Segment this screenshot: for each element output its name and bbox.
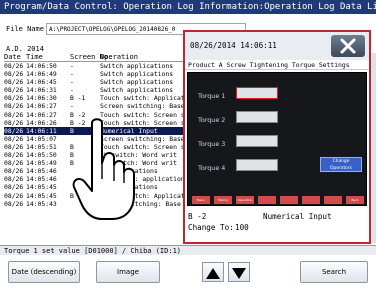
cell-date: 08/26: [4, 151, 24, 160]
window-title: Program/Data Control: Operation Log Info…: [0, 0, 376, 14]
cell-operation: Touch switch: Applicatio: [100, 94, 193, 103]
fkey-blank-4: [324, 196, 342, 204]
status-bar: Torque 1 set value [D01000] / Chiba (ID:…: [0, 245, 376, 255]
fkey-back: Back: [346, 196, 364, 204]
popup-operation: Numerical Input: [263, 212, 332, 221]
torque-2-label: Torque 2: [198, 116, 226, 124]
close-icon: [340, 38, 356, 54]
scroll-down-button[interactable]: [228, 262, 250, 282]
cell-time: 14:05:43: [26, 199, 57, 208]
cell-time: 14:05:45: [26, 183, 57, 192]
fkey-history: History: [214, 196, 232, 204]
torque-3-field: [236, 135, 278, 147]
fkey-blank-1: [258, 196, 276, 204]
cell-date: 08/26: [4, 62, 24, 70]
cell-time: 14:05:46: [26, 167, 57, 176]
cell-date: 08/26: [4, 134, 24, 143]
fkey-blank-2: [280, 196, 298, 204]
cell-date: 08/26: [4, 191, 24, 200]
popup-datetime: 08/26/2014 14:06:11: [190, 41, 277, 50]
cell-screen-no: -: [70, 78, 74, 87]
cell-time: 14:05:07: [26, 134, 57, 143]
cell-time: 14:05:45: [26, 191, 57, 200]
cell-date: 08/26: [4, 142, 24, 151]
fkey-blank-3: [302, 196, 320, 204]
torque-1-field: [236, 87, 278, 99]
cell-time: 14:06:26: [26, 118, 57, 127]
down-arrow-icon: [232, 268, 246, 279]
torque-1-label: Torque 1: [198, 92, 226, 100]
change-to-label: Change To:: [188, 223, 234, 232]
change-to-value: 100: [235, 223, 249, 232]
cell-screen-no: -: [70, 70, 74, 79]
popup-header: 08/26/2014 14:06:11: [185, 32, 369, 60]
cell-date: 08/26: [4, 118, 24, 127]
cell-time: 14:06:45: [26, 78, 57, 87]
cell-operation: Switch applications: [100, 62, 174, 70]
date-sort-button[interactable]: Date (descending): [8, 261, 80, 283]
screen-capture: Torque 1 Torque 2 Torque 3 Torque 4 Chan…: [187, 72, 367, 210]
cell-time: 14:05:46: [26, 175, 57, 184]
cell-date: 08/26: [4, 110, 24, 119]
file-name-label: File Name: [6, 25, 44, 33]
cell-date: 08/26: [4, 126, 24, 135]
image-button[interactable]: Image: [96, 261, 160, 283]
cell-screen-no: -: [70, 86, 74, 95]
popup-screen-label: B -2: [188, 212, 207, 221]
cell-operation: Switch applications: [100, 70, 174, 79]
cell-time: 14:05:51: [26, 142, 57, 151]
popup-operation-info: B -2 Numerical Input Change To: 100: [185, 208, 369, 242]
torque-2-field: [236, 111, 278, 123]
cell-date: 08/26: [4, 175, 24, 184]
year-header: A.D. 2014: [6, 45, 44, 53]
operation-detail-popup: 08/26/2014 14:06:11 Product A Screw Tigh…: [183, 30, 371, 244]
cell-date: 08/26: [4, 167, 24, 176]
scroll-up-button[interactable]: [202, 262, 224, 282]
function-key-bar: Menu History Operation Log Back: [190, 196, 364, 210]
pointing-hand-icon: [72, 118, 135, 220]
col-date[interactable]: Date: [4, 53, 21, 61]
col-operation[interactable]: Operation: [100, 53, 138, 61]
cell-date: 08/26: [4, 102, 24, 111]
cell-date: 08/26: [4, 94, 24, 103]
up-arrow-icon: [206, 268, 220, 279]
col-time[interactable]: Time: [26, 53, 43, 61]
torque-4-field: [236, 159, 278, 171]
cell-time: 14:06:30: [26, 94, 57, 103]
cell-date: 08/26: [4, 199, 24, 208]
fkey-operation-log: Operation Log: [236, 196, 254, 210]
cell-date: 08/26: [4, 159, 24, 168]
cell-screen-no: -: [70, 62, 74, 70]
search-button[interactable]: Search: [300, 261, 368, 283]
fkey-menu: Menu: [192, 196, 210, 204]
cell-screen-no: -: [70, 102, 74, 111]
cell-time: 14:05:50: [26, 151, 57, 160]
cell-date: 08/26: [4, 183, 24, 192]
bottom-toolbar: Date (descending) Image Search: [0, 256, 376, 288]
cell-date: 08/26: [4, 70, 24, 79]
cell-time: 14:05:49: [26, 159, 57, 168]
cell-screen-no: B -1: [70, 94, 86, 103]
torque-4-label: Torque 4: [198, 164, 226, 172]
popup-screen-title: Product A Screw Tightening Torque Settin…: [185, 60, 369, 70]
change-operators-button: Change Operators: [320, 157, 362, 172]
cell-operation: Screen switching: Base: [100, 102, 185, 111]
cell-operation: Switch applications: [100, 86, 174, 95]
cell-operation: Switch applications: [100, 78, 174, 87]
torque-3-label: Torque 3: [198, 140, 226, 148]
popup-close-button[interactable]: [331, 35, 365, 57]
cell-date: 08/26: [4, 86, 24, 95]
cell-time: 14:06:27: [26, 102, 57, 111]
cell-time: 14:06:27: [26, 110, 57, 119]
cell-time: 14:06:49: [26, 70, 57, 79]
cell-time: 14:06:31: [26, 86, 57, 95]
cell-date: 08/26: [4, 78, 24, 87]
cell-time: 14:06:50: [26, 62, 57, 70]
cell-time: 14:06:11: [26, 126, 57, 135]
